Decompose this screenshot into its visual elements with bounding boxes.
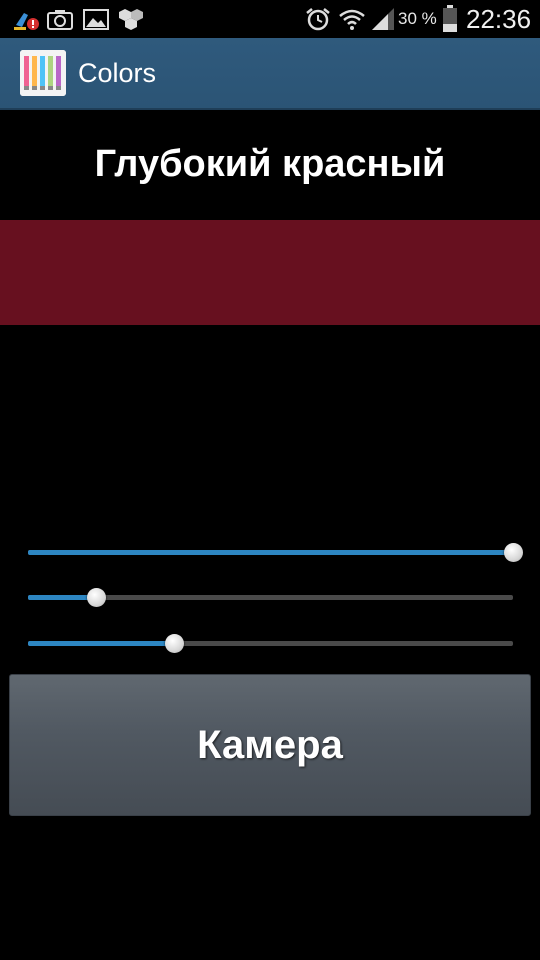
blue-slider[interactable]: [28, 629, 513, 659]
action-bar: Colors: [0, 38, 540, 110]
slider-thumb[interactable]: [86, 588, 106, 607]
slider-thumb[interactable]: [164, 634, 184, 653]
battery-icon: [443, 5, 457, 32]
battery-percent: 30 %: [398, 9, 437, 28]
camera-icon: [47, 10, 73, 30]
green-slider[interactable]: [28, 583, 513, 613]
color-name: Глубокий красный: [94, 143, 446, 185]
clock: 22:36: [466, 4, 532, 34]
color-swatch: [0, 220, 540, 325]
hex-app-icon: [119, 9, 143, 30]
alarm-icon: [306, 8, 330, 31]
camera-button[interactable]: Камера: [9, 674, 531, 816]
slider-fill: [28, 550, 513, 555]
slider-thumb[interactable]: [504, 543, 523, 562]
app-title: Colors: [78, 58, 157, 88]
camera-button-label: Камера: [197, 722, 343, 767]
wifi-icon: [339, 9, 365, 30]
cleaner-alert-icon: [14, 13, 39, 30]
screen: 30 % 22:36 Colors Глубокий красный Камер…: [0, 0, 540, 960]
slider-fill: [28, 595, 96, 600]
slider-fill: [28, 641, 174, 646]
paint-tubes-icon[interactable]: [20, 50, 66, 96]
gallery-icon: [83, 9, 109, 30]
red-slider[interactable]: [28, 538, 523, 568]
status-bar: 30 % 22:36: [0, 0, 540, 38]
signal-icon: [372, 8, 394, 30]
